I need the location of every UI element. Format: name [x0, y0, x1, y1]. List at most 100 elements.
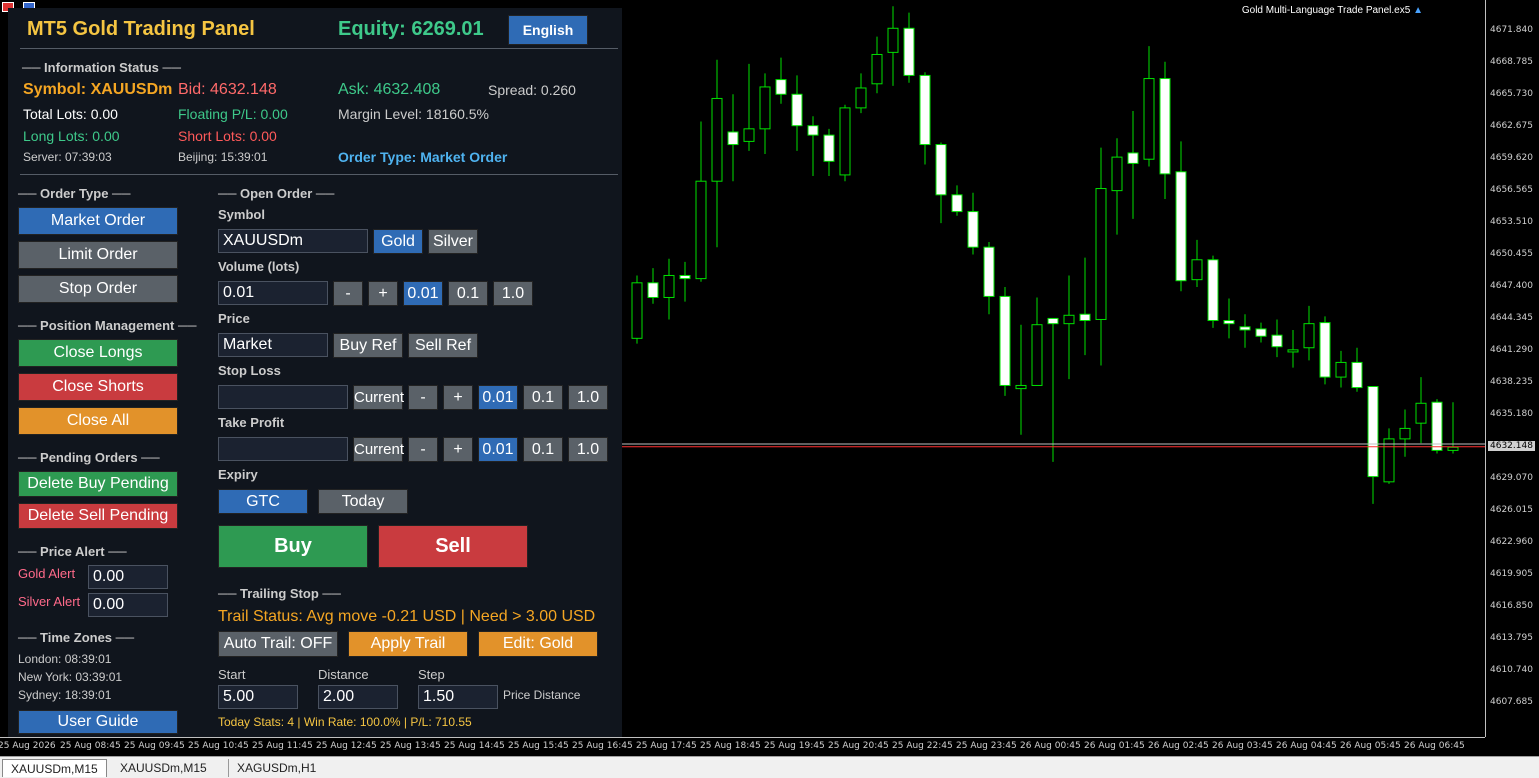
volume-step-001-button[interactable]: 0.01: [403, 281, 443, 306]
time-tick-label: 25 Aug 23:45: [956, 741, 1017, 751]
take-profit-current-button[interactable]: Current: [353, 437, 404, 462]
stop-loss-input[interactable]: [218, 385, 348, 409]
trail-step-input[interactable]: [418, 685, 498, 709]
candle: [855, 73, 867, 114]
volume-step-10-button[interactable]: 1.0: [493, 281, 533, 306]
delete-sell-pending-button[interactable]: Delete Sell Pending: [18, 503, 178, 529]
price-tick-label: 4607.685: [1490, 697, 1533, 707]
position-management-header: ── Position Management ──: [18, 318, 197, 333]
order-type-header: ── Order Type ──: [18, 186, 131, 201]
panel-title: MT5 Gold Trading Panel: [27, 18, 255, 40]
candle-body: [1287, 349, 1299, 353]
time-tick-label: 26 Aug 01:45: [1084, 741, 1145, 751]
new-york-time: New York: 03:39:01: [18, 670, 123, 684]
candle-body: [727, 131, 739, 146]
volume-step-01-button[interactable]: 0.1: [448, 281, 488, 306]
candle-body: [1143, 78, 1155, 160]
close-longs-button[interactable]: Close Longs: [18, 339, 178, 367]
language-button[interactable]: English: [508, 15, 588, 45]
price-tick-label: 4659.620: [1490, 153, 1533, 163]
stop-loss-decrease-button[interactable]: -: [408, 385, 438, 410]
candle-body: [951, 194, 963, 213]
price-tick-label: 4635.180: [1490, 409, 1533, 419]
silver-symbol-button[interactable]: Silver: [428, 229, 478, 254]
buy-button[interactable]: Buy: [218, 525, 368, 568]
take-profit-step-001-button[interactable]: 0.01: [478, 437, 518, 462]
market-order-button[interactable]: Market Order: [18, 207, 178, 235]
trail-status: Trail Status: Avg move -0.21 USD | Need …: [218, 608, 596, 625]
price-tick-label: 4629.070: [1490, 473, 1533, 483]
take-profit-input[interactable]: [218, 437, 348, 461]
buy-ref-button[interactable]: Buy Ref: [333, 333, 403, 358]
auto-trail-toggle[interactable]: Auto Trail: OFF: [218, 631, 338, 657]
price-axis[interactable]: 4671.840 4668.785 4665.730 4662.675 4659.620…: [1485, 0, 1539, 737]
stop-order-button[interactable]: Stop Order: [18, 275, 178, 303]
take-profit-step-01-button[interactable]: 0.1: [523, 437, 563, 462]
gold-alert-input[interactable]: [88, 565, 168, 589]
chart-tab-2[interactable]: XAUUSDm,M15: [112, 759, 215, 777]
candle: [1303, 305, 1315, 361]
candle: [1111, 138, 1123, 235]
delete-buy-pending-button[interactable]: Delete Buy Pending: [18, 471, 178, 497]
time-zones-header: ── Time Zones ──: [18, 630, 135, 645]
stop-loss-step-01-button[interactable]: 0.1: [523, 385, 563, 410]
time-tick-label: 25 Aug 18:45: [700, 741, 761, 751]
floating-pl: Floating P/L: 0.00: [178, 106, 288, 122]
trail-step-label: Step: [418, 667, 445, 682]
price-tick-label: 4668.785: [1490, 57, 1533, 67]
candle-body: [663, 274, 675, 298]
candle-body: [631, 282, 643, 339]
candle-body: [1095, 188, 1107, 320]
limit-order-button[interactable]: Limit Order: [18, 241, 178, 269]
sell-ref-button[interactable]: Sell Ref: [408, 333, 478, 358]
expiry-gtc-button[interactable]: GTC: [218, 489, 308, 514]
symbol-status: Symbol: XAUUSDm: [23, 81, 173, 98]
candle-body: [935, 144, 947, 196]
price-input[interactable]: [218, 333, 328, 357]
take-profit-step-10-button[interactable]: 1.0: [568, 437, 608, 462]
candle-body: [1303, 323, 1315, 349]
candle: [871, 36, 883, 94]
candle-body: [679, 274, 691, 280]
candle-body: [1127, 152, 1139, 164]
time-axis[interactable]: 25 Aug 2026 25 Aug 08:45 25 Aug 09:45 25 Au…: [0, 737, 1485, 756]
volume-decrease-button[interactable]: -: [333, 281, 363, 306]
trail-distance-input[interactable]: [318, 685, 398, 709]
stop-loss-step-001-button[interactable]: 0.01: [478, 385, 518, 410]
trail-start-input[interactable]: [218, 685, 298, 709]
stop-loss-current-button[interactable]: Current: [353, 385, 404, 410]
candle: [1127, 111, 1139, 219]
candle-body: [871, 53, 883, 85]
take-profit-increase-button[interactable]: +: [443, 437, 473, 462]
candle: [1239, 314, 1251, 348]
gold-symbol-button[interactable]: Gold: [373, 229, 423, 254]
expiry-today-button[interactable]: Today: [318, 489, 408, 514]
chart-tab-1[interactable]: XAUUSDm,M15: [2, 759, 107, 777]
ask-price: Ask: 4632.408: [338, 81, 441, 98]
time-tick-label: 26 Aug 02:45: [1148, 741, 1209, 751]
take-profit-decrease-button[interactable]: -: [408, 437, 438, 462]
total-lots: Total Lots: 0.00: [23, 106, 118, 122]
sell-button[interactable]: Sell: [378, 525, 528, 568]
volume-input[interactable]: [218, 281, 328, 305]
price-tick-label: 4622.960: [1490, 537, 1533, 547]
candle: [807, 116, 819, 176]
candle-body: [1079, 313, 1091, 322]
stop-loss-step-10-button[interactable]: 1.0: [568, 385, 608, 410]
close-all-button[interactable]: Close All: [18, 407, 178, 435]
chart-tab-3[interactable]: XAGUSDm,H1: [228, 759, 324, 777]
silver-alert-input[interactable]: [88, 593, 168, 617]
candle: [743, 63, 755, 151]
stop-loss-increase-button[interactable]: +: [443, 385, 473, 410]
close-shorts-button[interactable]: Close Shorts: [18, 373, 178, 401]
candle: [983, 241, 995, 315]
volume-increase-button[interactable]: +: [368, 281, 398, 306]
candle-body: [839, 107, 851, 176]
edit-gold-button[interactable]: Edit: Gold: [478, 631, 598, 657]
symbol-input[interactable]: [218, 229, 368, 253]
candle: [1287, 329, 1299, 368]
apply-trail-button[interactable]: Apply Trail: [348, 631, 468, 657]
user-guide-button[interactable]: User Guide: [18, 710, 178, 734]
candle: [1223, 298, 1235, 339]
candle-body: [647, 282, 659, 298]
